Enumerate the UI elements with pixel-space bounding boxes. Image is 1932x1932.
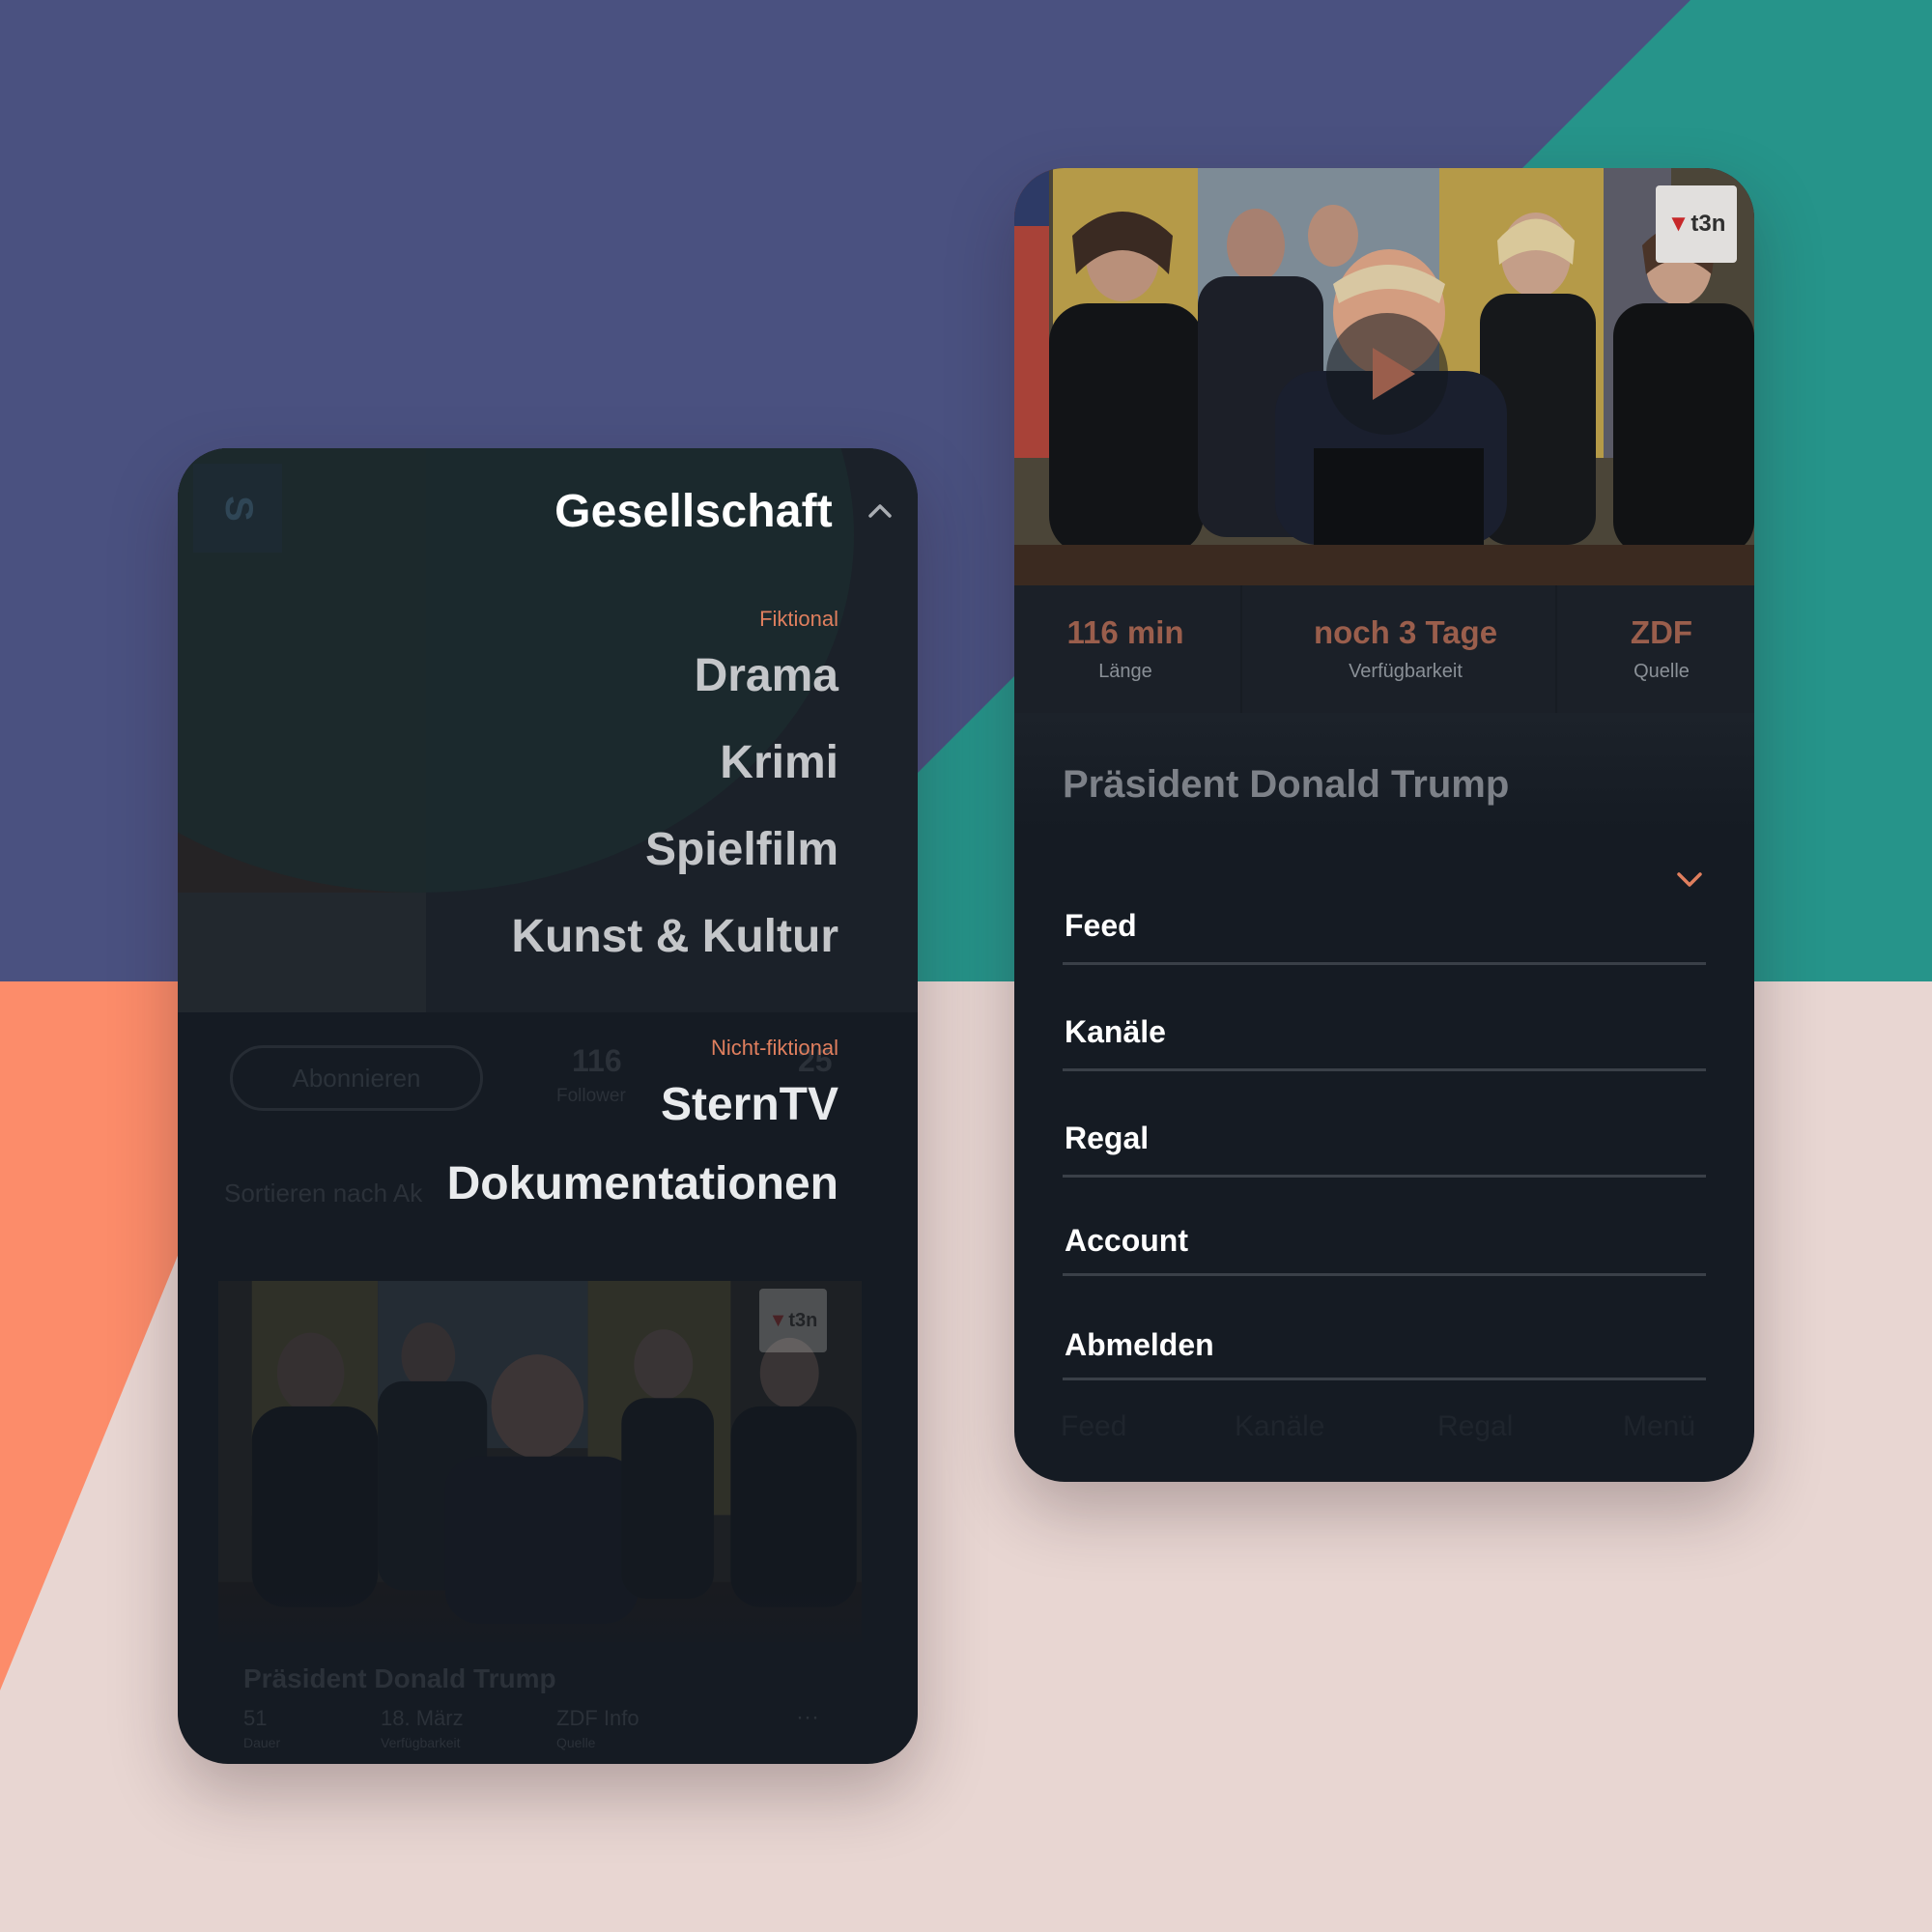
menu-item-spielfilm[interactable]: Spielfilm (645, 823, 838, 876)
stat-source-label: Quelle (1634, 661, 1690, 682)
meta-availability-value: 18. März (381, 1706, 464, 1730)
menu-item-dokumentationen[interactable]: Dokumentationen (447, 1157, 838, 1210)
menu-overlay-card: S Abonnieren 116 Follower 25 Sortieren n… (178, 448, 918, 1764)
episode-title: Präsident Donald Trump (243, 1663, 556, 1693)
tab-menu[interactable]: Menü (1623, 1410, 1695, 1443)
thumbnail-badge-text: t3n (788, 1309, 818, 1331)
meta-duration-label: Dauer (243, 1735, 281, 1750)
tab-feed[interactable]: Feed (1061, 1410, 1126, 1443)
channel-logo-letter: S (216, 495, 260, 522)
source-badge-text: t3n (1690, 211, 1726, 237)
thumbnail-fade (218, 1588, 862, 1665)
nav-divider (1063, 1068, 1706, 1071)
nav-item-feed[interactable]: Feed (1065, 908, 1137, 944)
play-button[interactable] (1326, 313, 1448, 435)
meta-availability-label: Verfügbarkeit (381, 1735, 461, 1750)
stat-duration-label: Länge (1098, 661, 1152, 682)
stat-duration-value: 116 min (1066, 614, 1184, 650)
episode-detail-card: ▼ t3n 116 min Länge noch 3 Tage Verfügbar… (1014, 168, 1754, 1482)
stat-divider (1555, 585, 1557, 713)
tab-regal[interactable]: Regal (1437, 1410, 1513, 1443)
video-player[interactable]: ▼ t3n (1014, 168, 1754, 585)
menu-item-krimi[interactable]: Krimi (720, 736, 838, 789)
play-icon (1373, 348, 1415, 400)
nav-item-kanaele[interactable]: Kanäle (1065, 1014, 1166, 1050)
subscribe-label: Abonnieren (292, 1063, 421, 1093)
episode-stats: 116 min Länge noch 3 Tage Verfügbarkeit … (1014, 585, 1754, 713)
follower-label: Follower (556, 1086, 626, 1106)
stat-duration: 116 min Länge (1053, 614, 1198, 683)
chevron-down-icon[interactable] (1675, 869, 1704, 891)
nav-item-abmelden[interactable]: Abmelden (1065, 1327, 1214, 1363)
stat-divider (1240, 585, 1242, 713)
stat-availability-label: Verfügbarkeit (1349, 661, 1463, 682)
menu-section-fiktional: Fiktional (759, 607, 838, 631)
nav-item-regal[interactable]: Regal (1065, 1121, 1149, 1156)
follower-count: 116 (572, 1043, 622, 1078)
nav-divider (1063, 962, 1706, 965)
meta-source-label: Quelle (556, 1735, 596, 1750)
thumbnail-source-badge: ▼ t3n (759, 1289, 827, 1352)
menu-item-kunst-kultur[interactable]: Kunst & Kultur (511, 910, 838, 963)
stat-availability: noch 3 Tage Verfügbarkeit (1285, 614, 1526, 683)
nav-item-account[interactable]: Account (1065, 1223, 1188, 1259)
episode-title: Präsident Donald Trump (1063, 763, 1510, 806)
menu-section-nicht-fiktional: Nicht-fiktional (710, 1036, 838, 1060)
menu-category-title[interactable]: Gesellschaft (554, 485, 833, 538)
meta-source-value: ZDF Info (556, 1706, 639, 1730)
stat-source-value: ZDF (1630, 614, 1693, 650)
tab-kanaele[interactable]: Kanäle (1235, 1410, 1324, 1443)
stat-availability-value: noch 3 Tage (1313, 614, 1498, 650)
stat-source: ZDF Quelle (1604, 614, 1719, 683)
menu-item-drama[interactable]: Drama (695, 649, 838, 702)
nav-divider (1063, 1273, 1706, 1276)
nav-divider (1063, 1175, 1706, 1178)
sort-dropdown[interactable]: Sortieren nach Ak (224, 1179, 422, 1208)
channel-logo[interactable]: S (193, 464, 282, 553)
chevron-up-icon[interactable] (866, 497, 895, 526)
source-badge: ▼ t3n (1656, 185, 1737, 263)
more-options-icon[interactable]: ··· (796, 1704, 819, 1731)
menu-item-sterntv[interactable]: SternTV (661, 1078, 838, 1131)
subscribe-button[interactable]: Abonnieren (230, 1045, 483, 1111)
nav-divider (1063, 1378, 1706, 1380)
meta-duration-value: 51 (243, 1706, 268, 1730)
